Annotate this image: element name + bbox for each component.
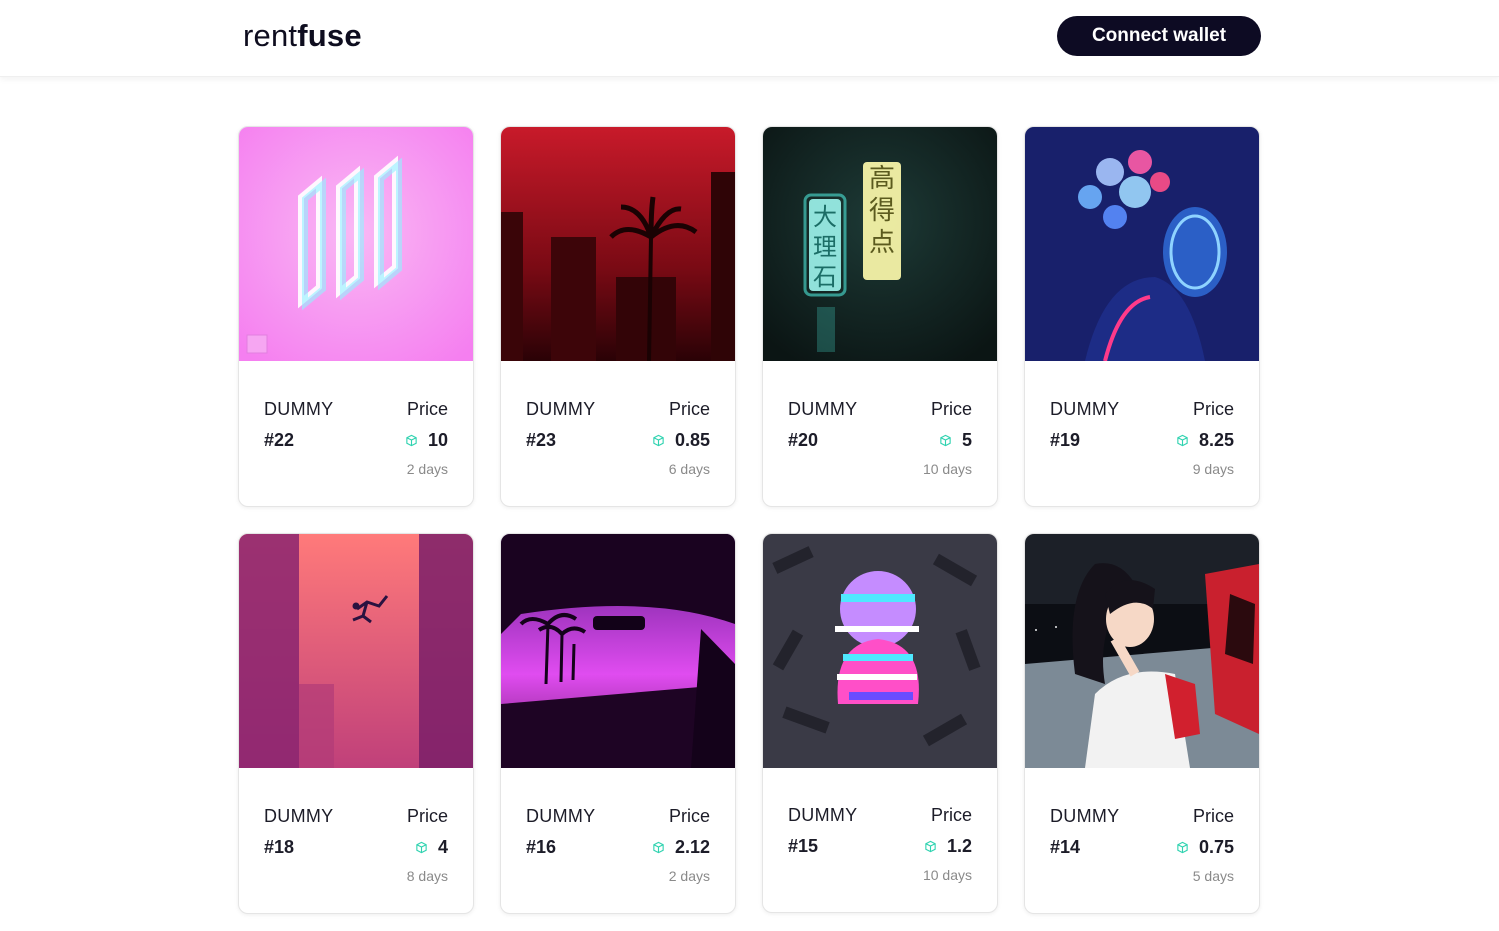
price-label: Price [1192, 399, 1234, 419]
nft-token-id: #14 [1050, 837, 1081, 857]
nft-collection-name: DUMMY [1050, 399, 1120, 419]
nft-token-id: #16 [526, 837, 557, 857]
rental-duration: 2 days [406, 461, 448, 477]
nft-card[interactable]: DUMMY #18 Price 4 8 days [238, 533, 474, 914]
price-label: Price [668, 806, 710, 826]
nft-card[interactable]: DUMMY #19 Price 8.25 9 days [1024, 126, 1260, 507]
price-label: Price [668, 399, 710, 419]
nft-collection-name: DUMMY [1050, 806, 1120, 826]
nft-image [501, 534, 735, 768]
nft-collection-name: DUMMY [526, 806, 596, 826]
price-amount: 0.75 [1198, 837, 1234, 857]
rentfuse-logo[interactable]: rentfuse [243, 18, 362, 54]
nft-token-id: #22 [264, 430, 295, 450]
nft-collection-name: DUMMY [788, 805, 858, 825]
svg-text:点: 点 [869, 228, 895, 258]
rental-duration: 9 days [1192, 461, 1234, 477]
nft-image [501, 127, 735, 361]
nft-card[interactable]: DUMMY #14 Price 0.75 5 days [1024, 533, 1260, 914]
price-amount: 1.2 [946, 836, 972, 856]
price-value: 5 [939, 430, 972, 451]
rental-duration: 2 days [668, 868, 710, 884]
rental-duration: 8 days [406, 868, 448, 884]
price-label: Price [1192, 806, 1234, 826]
svg-text:理: 理 [813, 233, 837, 261]
price-label: Price [406, 399, 448, 419]
svg-text:高: 高 [869, 164, 895, 194]
connect-wallet-button[interactable]: Connect wallet [1057, 16, 1261, 56]
rental-duration: 10 days [922, 867, 972, 883]
nft-card[interactable]: DUMMY #16 Price 2.12 2 days [500, 533, 736, 914]
nft-collection-name: DUMMY [264, 806, 334, 826]
nft-card[interactable]: DUMMY #23 Price 0.85 6 days [500, 126, 736, 507]
nft-token-id: #15 [788, 836, 819, 856]
price-amount: 0.85 [674, 430, 710, 450]
svg-text:得: 得 [869, 196, 895, 226]
nft-image [239, 534, 473, 768]
nft-collection-name: DUMMY [788, 399, 858, 419]
price-label: Price [406, 806, 448, 826]
price-amount: 4 [437, 837, 448, 857]
nft-image [1025, 534, 1259, 768]
token-icon [653, 434, 664, 447]
logo-text-light: rent [243, 18, 298, 53]
price-value: 10 [405, 430, 448, 451]
nft-card[interactable]: 高 得 点 大 理 石 DUMMY #20 Price 5 10 days [762, 126, 998, 507]
nft-token-id: #18 [264, 837, 295, 857]
rental-duration: 6 days [668, 461, 710, 477]
price-amount: 10 [427, 430, 448, 450]
nft-card[interactable]: DUMMY #15 Price 1.2 10 days [762, 533, 998, 913]
price-value: 4 [415, 837, 448, 858]
token-icon [1177, 434, 1188, 447]
price-value: 0.85 [652, 430, 710, 451]
token-icon [940, 434, 951, 447]
price-label: Price [930, 399, 972, 419]
nft-token-id: #20 [788, 430, 819, 450]
nft-token-id: #19 [1050, 430, 1081, 450]
token-icon [406, 434, 417, 447]
price-value: 1.2 [924, 836, 972, 857]
token-icon [1177, 841, 1188, 854]
rental-duration: 5 days [1192, 868, 1234, 884]
price-amount: 5 [961, 430, 972, 450]
nft-image: 高 得 点 大 理 石 [763, 127, 997, 361]
nft-collection-name: DUMMY [526, 399, 596, 419]
price-value: 2.12 [652, 837, 710, 858]
price-label: Price [930, 805, 972, 825]
svg-text:石: 石 [813, 263, 837, 291]
token-icon [416, 841, 427, 854]
logo-text-bold: fuse [297, 18, 362, 53]
top-header: rentfuse Connect wallet [0, 0, 1499, 77]
nft-card[interactable]: DUMMY #22 Price 10 2 days [238, 126, 474, 507]
price-amount: 2.12 [674, 837, 710, 857]
nft-image [239, 127, 473, 361]
rental-duration: 10 days [922, 461, 972, 477]
token-icon [653, 841, 664, 854]
nft-collection-name: DUMMY [264, 399, 334, 419]
token-icon [925, 840, 936, 853]
nft-image [763, 534, 997, 768]
price-amount: 8.25 [1198, 430, 1234, 450]
nft-image [1025, 127, 1259, 361]
price-value: 0.75 [1176, 837, 1234, 858]
svg-text:大: 大 [813, 203, 837, 231]
nft-token-id: #23 [526, 430, 557, 450]
price-value: 8.25 [1176, 430, 1234, 451]
